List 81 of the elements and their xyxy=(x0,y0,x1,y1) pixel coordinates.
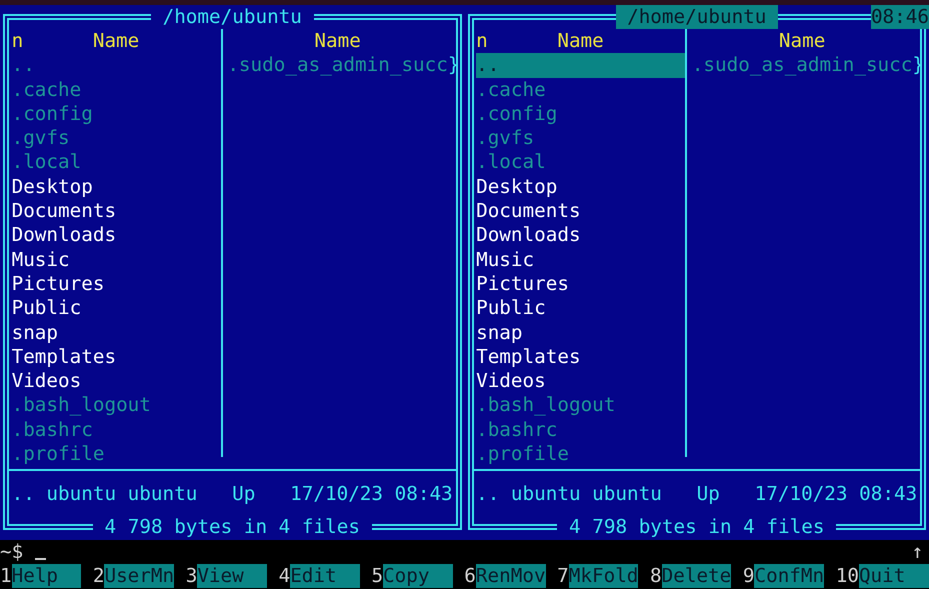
sort-indicator: n xyxy=(476,29,488,54)
function-key[interactable]: UserMn xyxy=(104,564,174,588)
file-name[interactable]: Templates xyxy=(476,344,686,370)
function-key[interactable]: ConfMn xyxy=(754,564,824,588)
file-name[interactable]: .config xyxy=(476,102,686,126)
file-info: Up xyxy=(696,482,720,506)
column-header[interactable]: Name xyxy=(557,29,604,54)
file-info: ubuntu xyxy=(510,482,581,506)
file-name[interactable]: .config xyxy=(12,102,221,126)
function-key[interactable]: Edit xyxy=(290,564,360,588)
file-name[interactable]: .bashrc xyxy=(12,418,221,442)
column-header[interactable]: Name xyxy=(92,29,140,54)
file-name[interactable]: Public xyxy=(12,296,221,321)
key-number: 3 xyxy=(186,564,198,588)
file-name[interactable]: Documents xyxy=(12,199,221,224)
file-name[interactable]: .gvfs xyxy=(12,126,221,150)
panel-summary: 4 798 bytes in 4 files xyxy=(557,515,836,540)
function-key[interactable]: Delete xyxy=(662,564,732,588)
file-name[interactable]: Videos xyxy=(476,369,686,394)
file-name[interactable]: Downloads xyxy=(476,223,686,248)
file-name[interactable]: Music xyxy=(476,248,686,272)
text-cursor xyxy=(34,558,46,560)
file-name[interactable]: .profile xyxy=(476,442,686,466)
column-header[interactable]: Name xyxy=(314,29,361,54)
file-info: ubuntu xyxy=(128,482,198,506)
file-name[interactable]: .cache xyxy=(476,78,686,102)
file-info: Up xyxy=(232,482,256,506)
file-info: ubuntu xyxy=(46,482,116,506)
file-info: .. xyxy=(12,482,35,506)
panel-summary: 4 798 bytes in 4 files xyxy=(92,515,372,540)
file-name[interactable]: .profile xyxy=(12,442,221,466)
file-name[interactable]: snap xyxy=(12,320,221,345)
file-name[interactable]: Desktop xyxy=(476,174,686,200)
function-key[interactable]: RenMov xyxy=(476,564,546,588)
function-key[interactable]: View xyxy=(197,564,267,588)
key-number: 6 xyxy=(464,564,476,588)
file-name[interactable]: .local xyxy=(476,150,686,175)
file-name[interactable]: .gvfs xyxy=(476,126,686,150)
clock: 08:46 xyxy=(870,5,929,30)
scroll-mark: ↑ xyxy=(912,540,924,564)
file-name[interactable]: .local xyxy=(12,150,221,175)
function-key[interactable]: Copy xyxy=(383,564,453,588)
key-number: 2 xyxy=(92,564,104,588)
function-key[interactable]: Help xyxy=(12,564,82,588)
file-name[interactable]: Music xyxy=(12,248,221,272)
file-name[interactable]: .cache xyxy=(12,78,221,102)
file-name[interactable]: Templates xyxy=(12,344,221,370)
file-name[interactable]: .sudo_as_admin_succ xyxy=(227,53,448,78)
function-key[interactable]: Quit xyxy=(858,564,929,588)
file-name[interactable]: .sudo_as_admin_succ xyxy=(692,53,912,78)
key-number: 8 xyxy=(650,564,662,588)
file-name[interactable]: .bashrc xyxy=(476,418,686,442)
file-info: .. xyxy=(476,482,500,506)
file-name[interactable]: Downloads xyxy=(12,223,221,248)
file-info: 17/10/23 xyxy=(754,482,848,506)
key-number: 1 xyxy=(0,564,12,588)
file-info: 08:43 xyxy=(859,482,918,506)
sort-indicator: n xyxy=(12,29,24,54)
key-number: 5 xyxy=(371,564,384,588)
file-name[interactable]: .. xyxy=(476,53,686,78)
file-name[interactable]: Pictures xyxy=(476,272,686,296)
file-name[interactable]: .. xyxy=(12,53,221,78)
file-name[interactable]: .bash_logout xyxy=(476,393,686,418)
command-prompt: ~$ xyxy=(0,540,24,564)
file-name[interactable]: snap xyxy=(476,320,686,345)
panel-title: /home/ubuntu xyxy=(616,5,778,30)
file-name[interactable]: Videos xyxy=(12,369,221,394)
key-number: 4 xyxy=(278,564,290,588)
file-info: ubuntu xyxy=(592,482,662,506)
column-header[interactable]: Name xyxy=(778,29,826,54)
file-name[interactable]: Pictures xyxy=(12,272,221,296)
file-name[interactable]: .bash_logout xyxy=(12,393,221,418)
file-name[interactable]: Public xyxy=(476,296,686,321)
file-info: 17/10/23 xyxy=(290,482,384,506)
file-info: 08:43 xyxy=(394,482,453,506)
file-name[interactable]: Documents xyxy=(476,199,686,224)
function-key[interactable]: MkFold xyxy=(568,564,638,588)
key-number: 9 xyxy=(742,564,754,588)
key-number: 7 xyxy=(557,564,569,588)
key-number: 10 xyxy=(836,564,859,588)
file-name[interactable]: Desktop xyxy=(12,174,221,200)
